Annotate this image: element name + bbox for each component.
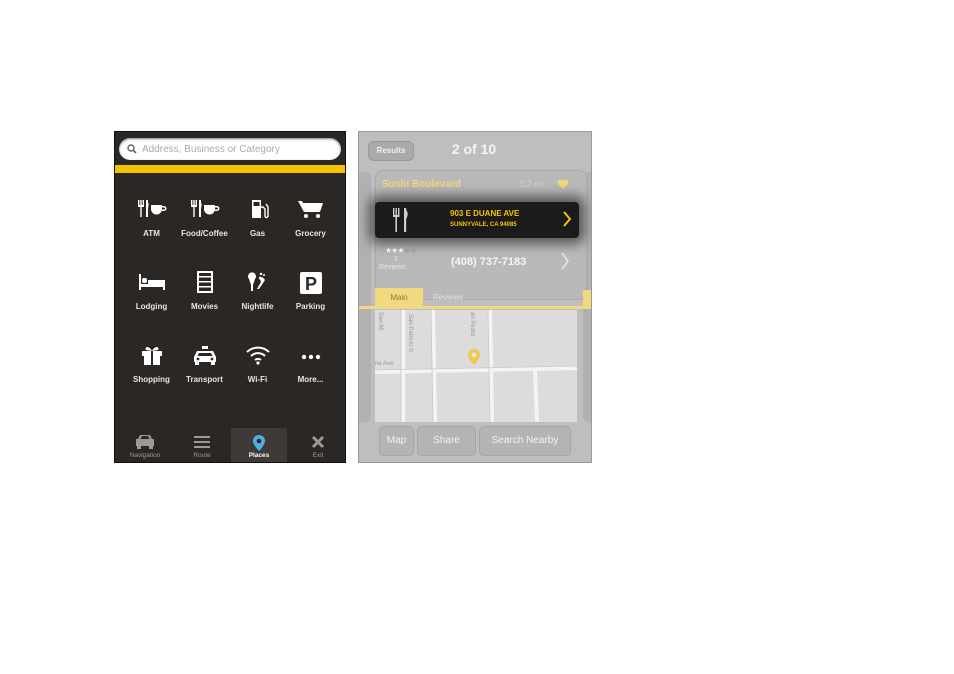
chevron-right-icon — [561, 252, 569, 270]
address-button[interactable]: 903 E DUANE AVE SUNNYVALE, CA 94085 — [375, 202, 579, 238]
category-wifi[interactable]: Wi-Fi — [231, 338, 284, 388]
wifi-icon — [245, 346, 270, 365]
tab-navigation[interactable]: Navigation — [117, 428, 173, 462]
category-food-coffee[interactable]: Food/Coffee — [178, 192, 231, 242]
category-label: Parking — [295, 302, 326, 311]
bottom-tab-bar: Navigation Route Places Exit — [115, 428, 345, 462]
places-screen: ATM Food/Coffee Gas Grocery — [114, 131, 346, 463]
review-count: 2 — [394, 256, 398, 263]
map-streets — [375, 310, 577, 422]
tab-places[interactable]: Places — [231, 428, 287, 462]
search-input[interactable] — [137, 143, 332, 155]
list-icon — [194, 436, 210, 448]
tab-underline — [359, 306, 591, 309]
category-label: Grocery — [295, 229, 326, 238]
tab-exit[interactable]: Exit — [290, 428, 345, 462]
street-label: San Patricio S — [407, 314, 413, 353]
category-lodging[interactable]: Lodging — [125, 265, 178, 315]
search-bar[interactable] — [119, 138, 341, 160]
car-icon — [136, 435, 154, 449]
tab-accent-edge — [583, 290, 591, 306]
heart-icon[interactable] — [557, 179, 569, 190]
category-shopping[interactable]: Shopping — [125, 338, 178, 388]
gas-pump-icon — [251, 200, 269, 219]
food-coffee-icon — [190, 200, 219, 217]
more-icon — [301, 354, 320, 360]
parking-icon: P — [299, 272, 322, 294]
star-icon: ★ — [409, 246, 417, 255]
search-icon — [127, 144, 137, 154]
street-label: an Pedro — [469, 312, 475, 337]
bed-icon — [138, 274, 165, 290]
detail-tabs: Main Reviews — [375, 288, 591, 308]
shopping-cart-icon — [297, 201, 323, 218]
category-gas[interactable]: Gas — [231, 192, 284, 242]
location-pin-icon — [253, 435, 265, 451]
tab-label: Route — [193, 452, 211, 459]
category-parking[interactable]: P Parking — [284, 265, 337, 315]
address-line-2: SUNNYVALE, CA 94085 — [450, 222, 517, 228]
category-movies[interactable]: Movies — [178, 265, 231, 315]
result-counter: 2 of 10 — [451, 141, 497, 157]
results-back-button[interactable]: Results — [368, 141, 414, 161]
film-icon — [196, 271, 213, 293]
map-preview[interactable]: San Mi San Patricio S an Pedro ne Ave — [375, 310, 577, 422]
category-grocery[interactable]: Grocery — [284, 192, 337, 242]
map-button[interactable]: Map — [379, 426, 414, 456]
nightlife-icon — [247, 272, 265, 291]
place-name: Sushi Boulevard — [382, 179, 461, 190]
search-nearby-button[interactable]: Search Nearby — [479, 426, 571, 456]
address-line-1: 903 E DUANE AVE — [450, 209, 520, 218]
taxi-icon — [193, 346, 216, 365]
close-icon — [311, 435, 325, 449]
category-nightlife[interactable]: Nightlife — [231, 265, 284, 315]
action-bar: Map Share Search Nearby — [359, 424, 591, 462]
category-transport[interactable]: Transport — [178, 338, 231, 388]
previous-card-peek[interactable] — [359, 172, 371, 422]
share-button[interactable]: Share — [417, 426, 476, 456]
tab-reviews[interactable]: Reviews — [423, 290, 473, 306]
street-label: San Mi — [377, 312, 383, 331]
result-detail-screen: Results 2 of 10 Sushi Boulevard 0.2 mi 9… — [358, 131, 592, 463]
map-pin-icon — [468, 349, 480, 365]
category-more[interactable]: More... — [284, 338, 337, 388]
tab-route[interactable]: Route — [174, 428, 230, 462]
category-label: More... — [297, 375, 324, 384]
place-distance: 0.2 mi — [519, 179, 544, 189]
street-label: ne Ave — [375, 361, 394, 367]
category-atm[interactable]: ATM — [125, 192, 178, 242]
rating-stars: ★★★★★ — [385, 246, 417, 255]
phone-number[interactable]: (408) 737-7183 — [451, 256, 526, 268]
chevron-right-icon — [563, 211, 571, 227]
tab-main[interactable]: Main — [375, 288, 423, 306]
tab-label: Places — [248, 452, 270, 459]
tab-label: Navigation — [129, 452, 161, 459]
gift-icon — [141, 347, 162, 365]
svg-text:P: P — [304, 274, 316, 294]
accent-bar — [115, 165, 345, 173]
atm-icon — [137, 200, 166, 217]
fork-knife-icon — [393, 208, 408, 232]
tab-label: Exit — [312, 452, 324, 459]
review-label: Reviews — [379, 264, 406, 271]
